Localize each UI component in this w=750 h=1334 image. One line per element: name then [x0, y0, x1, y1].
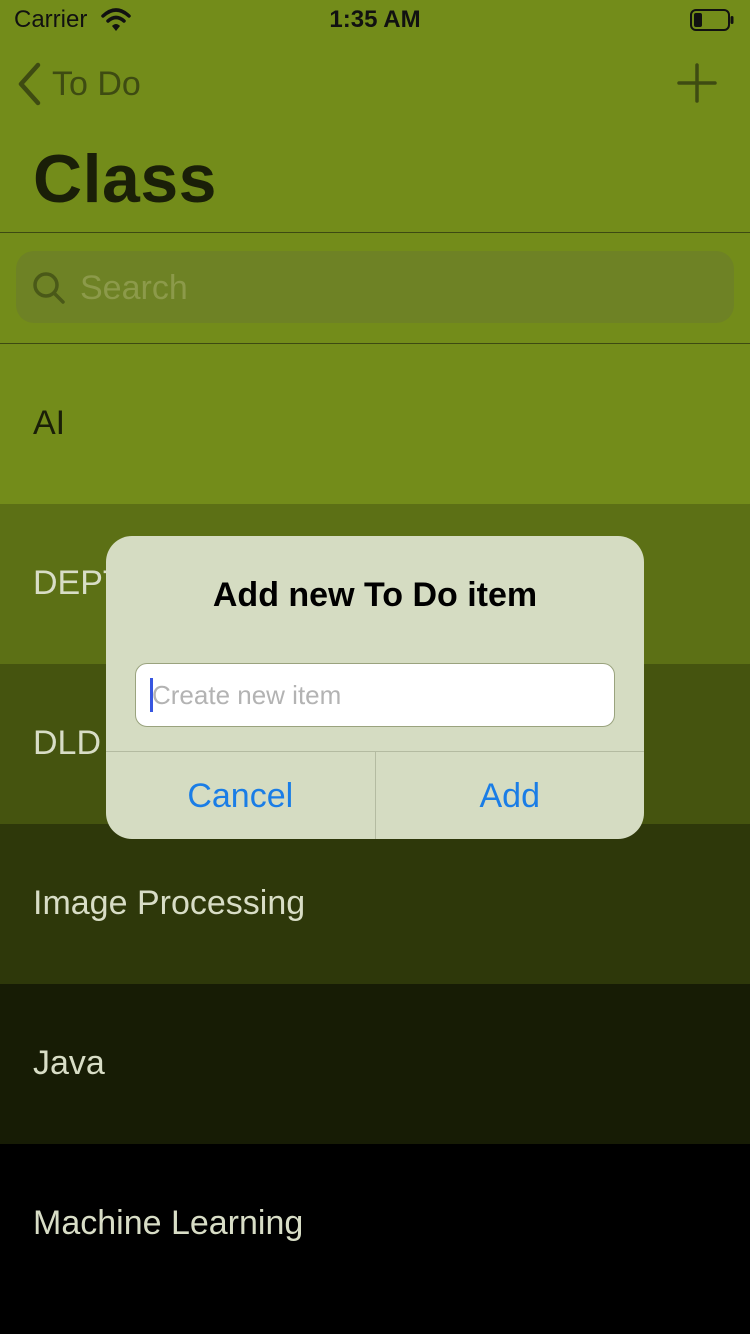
new-item-field[interactable]: [135, 663, 615, 727]
search-bar: [0, 233, 750, 344]
chevron-left-icon: [18, 62, 41, 106]
search-field[interactable]: [16, 251, 734, 323]
text-cursor: [150, 678, 153, 712]
list-item-label: Java: [33, 1044, 105, 1082]
plus-icon[interactable]: [676, 62, 718, 104]
page-title: Class: [33, 141, 217, 217]
add-item-alert: Add new To Do item Cancel Add: [106, 536, 644, 839]
search-icon: [33, 272, 65, 304]
search-input[interactable]: [78, 263, 722, 313]
list-item[interactable]: AI: [0, 344, 750, 504]
navigation-bar: To Do Class: [0, 40, 750, 233]
status-time: 1:35 AM: [329, 6, 421, 33]
list-item[interactable]: Java: [0, 984, 750, 1144]
back-button[interactable]: To Do: [16, 62, 141, 106]
list-item[interactable]: Machine Learning: [0, 1144, 750, 1304]
list-item-label: Machine Learning: [33, 1204, 304, 1242]
battery-icon: [690, 9, 734, 31]
list-item-label: Image Processing: [33, 884, 306, 922]
screen: Carrier 1:35 AM To Do Class Search AI DE…: [0, 0, 750, 1334]
alert-title: Add new To Do item: [212, 576, 538, 614]
new-item-input[interactable]: [150, 672, 604, 718]
back-button-label: To Do: [52, 64, 141, 103]
list-item-label: AI: [33, 404, 66, 442]
list-item-label: DLD: [33, 724, 102, 762]
cancel-button[interactable]: Cancel: [106, 752, 375, 839]
status-bar: Carrier 1:35 AM: [0, 0, 750, 40]
alert-button-row: Cancel Add: [106, 751, 644, 839]
add-button[interactable]: Add: [374, 752, 645, 839]
list-item[interactable]: Image Processing: [0, 824, 750, 984]
